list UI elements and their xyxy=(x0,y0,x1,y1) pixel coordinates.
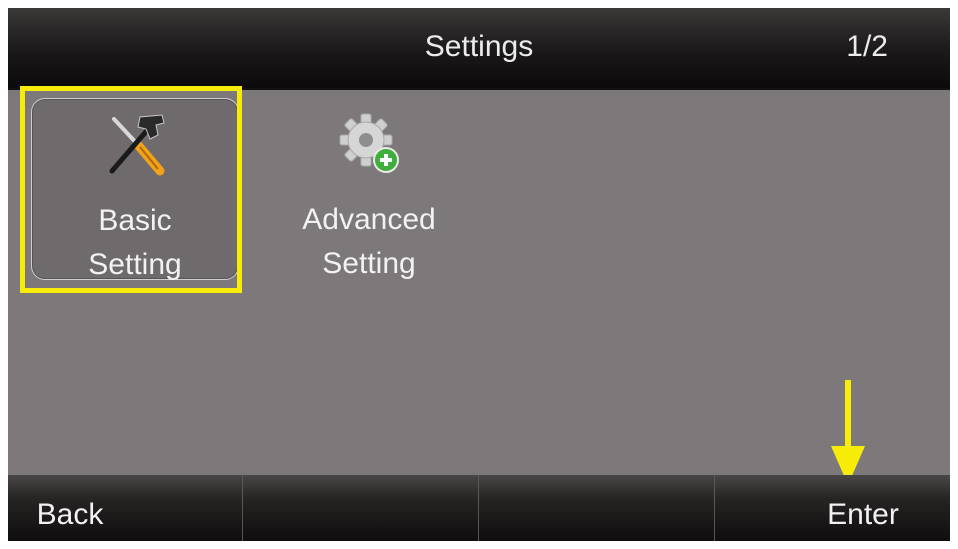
advanced-setting-label-line1: Advanced xyxy=(302,203,436,236)
phone-screen: Settings 1/2 Basic Setting Advanced Sett… xyxy=(8,8,950,541)
page-indicator: 1/2 xyxy=(846,30,888,63)
selection-highlight xyxy=(20,86,242,293)
advanced-setting-label-line2: Setting xyxy=(322,247,416,280)
back-softkey[interactable]: Back xyxy=(8,475,243,541)
advanced-setting-label: Advanced Setting xyxy=(266,198,472,286)
softkey-2[interactable] xyxy=(244,475,479,541)
gear-plus-icon xyxy=(339,113,399,173)
page-title: Settings xyxy=(424,30,534,63)
title-bar: Settings 1/2 xyxy=(8,8,950,90)
advanced-setting-item[interactable]: Advanced Setting xyxy=(266,98,472,280)
softkey-3[interactable] xyxy=(480,475,715,541)
enter-softkey[interactable]: Enter xyxy=(716,475,950,541)
back-softkey-label: Back xyxy=(36,498,104,531)
enter-softkey-label: Enter xyxy=(827,498,899,531)
softkey-bar: Back Enter xyxy=(8,463,950,541)
